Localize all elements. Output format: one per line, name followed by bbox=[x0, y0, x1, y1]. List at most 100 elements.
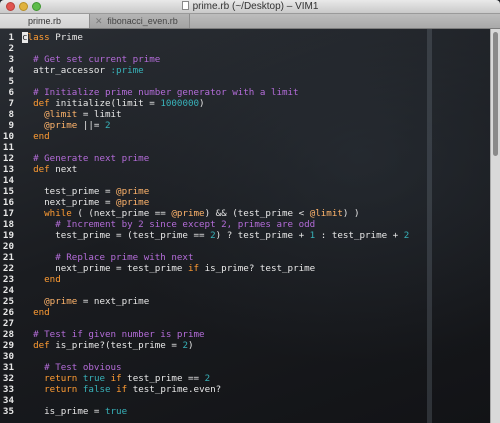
code-line[interactable]: 27 bbox=[0, 318, 480, 329]
code-text: def next bbox=[22, 164, 77, 175]
code-line[interactable]: 13 def next bbox=[0, 164, 480, 175]
tab-prime-rb[interactable]: prime.rb bbox=[0, 14, 90, 28]
code-token: ) ) bbox=[342, 208, 360, 219]
line-number: 23 bbox=[2, 274, 14, 285]
code-line[interactable]: 22 next_prime = test_prime if is_prime? … bbox=[0, 263, 480, 274]
code-token: false bbox=[82, 384, 111, 395]
line-number: 9 bbox=[8, 120, 14, 131]
line-number: 1 bbox=[8, 32, 14, 43]
code-line[interactable]: 31 # Test obvious bbox=[0, 362, 480, 373]
code-token: is_prime? test_prime bbox=[199, 263, 316, 274]
code-text: # Replace prime with next bbox=[22, 252, 193, 263]
line-number: 24 bbox=[2, 285, 14, 296]
code-line[interactable]: 5 bbox=[0, 76, 480, 87]
scrollbar-thumb[interactable] bbox=[493, 32, 498, 156]
code-text: end bbox=[22, 307, 50, 318]
line-number: 2 bbox=[8, 43, 14, 54]
code-text: @limit = limit bbox=[22, 109, 122, 120]
code-text: # Get set current prime bbox=[22, 54, 160, 65]
code-token: if bbox=[116, 384, 128, 395]
code-line[interactable]: 11 bbox=[0, 142, 480, 153]
code-line[interactable]: 17 while ( (next_prime == @prime) && (te… bbox=[0, 208, 480, 219]
code-token: next_prime = bbox=[22, 197, 117, 208]
code-token: # Replace prime with next bbox=[22, 252, 194, 263]
code-line[interactable]: 1 class Prime bbox=[0, 32, 480, 43]
code-token: end bbox=[22, 307, 50, 318]
code-token: attr_accessor bbox=[22, 65, 111, 76]
line-number: 15 bbox=[2, 186, 14, 197]
code-text: @prime = next_prime bbox=[22, 296, 149, 307]
code-token: # Test obvious bbox=[22, 362, 122, 373]
title-bar[interactable]: prime.rb (~/Desktop) – VIM1 bbox=[0, 0, 500, 14]
close-tab-icon[interactable]: ✕ bbox=[95, 14, 103, 28]
code-token: # Increment by 2 since except 2, primes … bbox=[22, 219, 316, 230]
code-line[interactable]: 12 # Generate next prime bbox=[0, 153, 480, 164]
vim-window: prime.rb (~/Desktop) – VIM1 prime.rb ✕ f… bbox=[0, 0, 500, 423]
code-line[interactable]: 32 return true if test_prime == 2 bbox=[0, 373, 480, 384]
code-token: ( (next_prime == bbox=[71, 208, 172, 219]
code-token: end bbox=[22, 131, 50, 142]
code-token: true bbox=[82, 373, 106, 384]
code-line[interactable]: 6 # Initialize prime number generator wi… bbox=[0, 87, 480, 98]
line-number: 25 bbox=[2, 296, 14, 307]
code-line[interactable]: 3 # Get set current prime bbox=[0, 54, 480, 65]
tab-fibonacci-even-rb[interactable]: ✕ fibonacci_even.rb bbox=[90, 14, 190, 28]
code-token: 1000000 bbox=[160, 98, 200, 109]
code-line[interactable]: 19 test_prime = (test_prime == 2) ? test… bbox=[0, 230, 480, 241]
code-token: ) ? test_prime + bbox=[215, 230, 310, 241]
line-number: 28 bbox=[2, 329, 14, 340]
code-editor[interactable]: 1 class Prime 2 3 # Get set current prime 4 … bbox=[0, 29, 500, 423]
code-line[interactable]: 21 # Replace prime with next bbox=[0, 252, 480, 263]
line-number: 30 bbox=[2, 351, 14, 362]
code-token: next_prime = test_prime bbox=[22, 263, 188, 274]
code-text: def initialize(limit = 1000000) bbox=[22, 98, 205, 109]
code-text: return false if test_prime.even? bbox=[22, 384, 221, 395]
vertical-scrollbar[interactable] bbox=[490, 29, 500, 423]
line-number: 31 bbox=[2, 362, 14, 373]
code-line[interactable]: 25 @prime = next_prime bbox=[0, 296, 480, 307]
code-token: # Get set current prime bbox=[22, 54, 161, 65]
code-line[interactable]: 15 test_prime = @prime bbox=[0, 186, 480, 197]
code-token: test_prime = (test_prime == bbox=[22, 230, 211, 241]
code-line[interactable]: 14 bbox=[0, 175, 480, 186]
line-number: 19 bbox=[2, 230, 14, 241]
code-line[interactable]: 29 def is_prime?(test_prime = 2) bbox=[0, 340, 480, 351]
line-number: 6 bbox=[8, 87, 14, 98]
code-token: @limit bbox=[309, 208, 343, 219]
code-line[interactable]: 30 bbox=[0, 351, 480, 362]
document-icon bbox=[181, 1, 189, 10]
line-number: 29 bbox=[2, 340, 14, 351]
code-line[interactable]: 10 end bbox=[0, 131, 480, 142]
code-token: = limit bbox=[77, 109, 122, 120]
code-text: @prime ||= 2 bbox=[22, 120, 111, 131]
code-line[interactable]: 26 end bbox=[0, 307, 480, 318]
code-line[interactable]: 18 # Increment by 2 since except 2, prim… bbox=[0, 219, 480, 230]
code-token: = next_prime bbox=[77, 296, 150, 307]
code-line[interactable]: 28 # Test if given number is prime bbox=[0, 329, 480, 340]
code-line[interactable]: 24 bbox=[0, 285, 480, 296]
code-token: 2 bbox=[105, 120, 111, 131]
code-token: :prime bbox=[110, 65, 144, 76]
code-text: next_prime = @prime bbox=[22, 197, 149, 208]
code-token: ) bbox=[187, 340, 194, 351]
code-line[interactable]: 2 bbox=[0, 43, 480, 54]
code-line[interactable]: 34 bbox=[0, 395, 480, 406]
code-line[interactable]: 4 attr_accessor :prime bbox=[0, 65, 480, 76]
code-text: is_prime = true bbox=[22, 406, 127, 417]
line-number: 34 bbox=[2, 395, 14, 406]
line-number: 13 bbox=[2, 164, 14, 175]
code-line[interactable]: 16 next_prime = @prime bbox=[0, 197, 480, 208]
code-token: true bbox=[104, 406, 128, 417]
code-text: attr_accessor :prime bbox=[22, 65, 144, 76]
code-line[interactable]: 20 bbox=[0, 241, 480, 252]
code-line[interactable]: 7 def initialize(limit = 1000000) bbox=[0, 98, 480, 109]
line-number: 20 bbox=[2, 241, 14, 252]
code-token: @prime bbox=[116, 197, 150, 208]
code-line[interactable]: 33 return false if test_prime.even? bbox=[0, 384, 480, 395]
code-line[interactable]: 23 end bbox=[0, 274, 480, 285]
code-text: while ( (next_prime == @prime) && (test_… bbox=[22, 208, 360, 219]
code-line[interactable]: 8 @limit = limit bbox=[0, 109, 480, 120]
window-title: prime.rb (~/Desktop) – VIM1 bbox=[192, 1, 319, 12]
code-line[interactable]: 35 is_prime = true bbox=[0, 406, 480, 417]
code-line[interactable]: 9 @prime ||= 2 bbox=[0, 120, 480, 131]
